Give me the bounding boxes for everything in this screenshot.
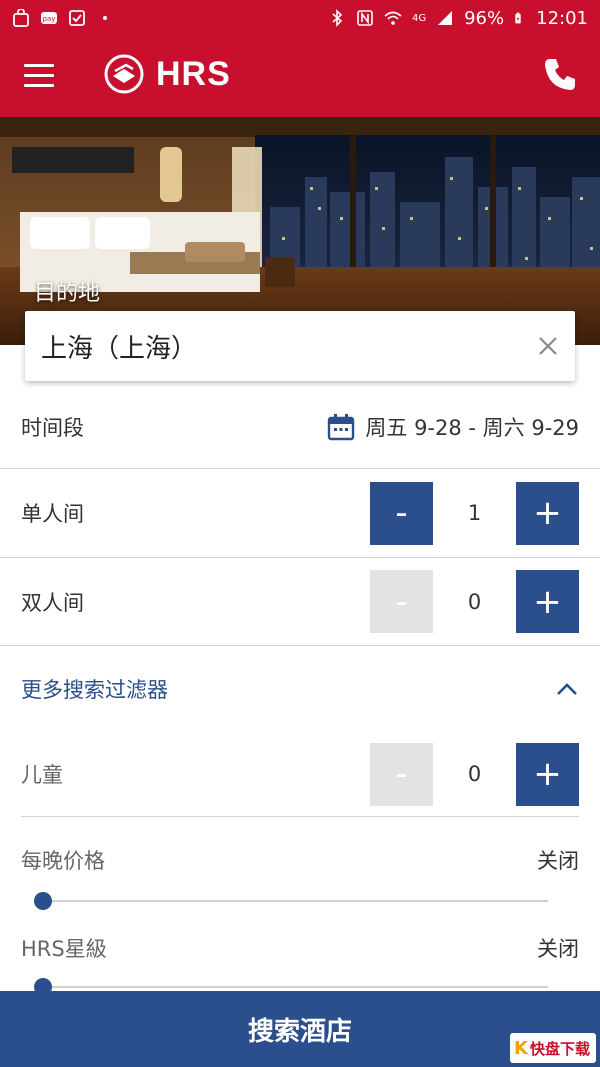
stars-slider-track — [34, 986, 548, 988]
date-range: 周五 9-28 - 周六 9-29 — [365, 416, 579, 440]
menu-icon[interactable] — [24, 64, 56, 88]
double-room-minus-button[interactable]: - — [370, 570, 433, 633]
single-room-stepper: - 1 + — [370, 481, 579, 545]
children-count: 0 — [467, 762, 482, 786]
signal-icon — [438, 11, 453, 25]
date-label: 时间段 — [21, 416, 84, 440]
bluetooth-icon — [332, 9, 343, 27]
brand-logo: HRS — [104, 54, 231, 94]
dot-icon — [103, 16, 107, 20]
watermark-mark: K — [514, 1037, 528, 1059]
wifi-icon — [384, 11, 402, 25]
single-room-label: 单人间 — [21, 502, 84, 526]
stars-label: HRS星級 — [21, 937, 107, 961]
status-bar: pay 4G 96% 12:01 — [0, 0, 600, 36]
svg-text:pay: pay — [43, 15, 56, 23]
calendar-icon — [328, 414, 355, 441]
network-type: 4G — [411, 12, 427, 24]
price-row: 每晚价格 关闭 — [0, 840, 600, 880]
shopping-bag-icon — [13, 9, 29, 27]
chevron-up-icon[interactable] — [555, 677, 579, 701]
clear-icon[interactable] — [537, 335, 559, 357]
more-filters-label[interactable]: 更多搜索过滤器 — [21, 674, 168, 704]
checklist-icon — [69, 10, 85, 26]
double-room-stepper: - 0 + — [370, 570, 579, 633]
battery-charging-icon — [515, 12, 521, 24]
destination-value[interactable]: 上海（上海） — [41, 328, 197, 365]
nfc-icon — [357, 10, 373, 26]
divider — [21, 816, 579, 817]
price-slider-thumb[interactable] — [34, 892, 52, 910]
double-room-plus-button[interactable]: + — [516, 570, 579, 633]
system-icons: 4G 96% 12:01 — [328, 8, 588, 29]
destination-label: 目的地 — [34, 281, 101, 306]
double-room-count: 0 — [467, 589, 482, 614]
price-label: 每晚价格 — [21, 849, 105, 873]
price-state: 关闭 — [537, 849, 579, 873]
hrs-logo-icon — [104, 54, 144, 94]
stars-row: HRS星級 关闭 — [0, 928, 600, 968]
children-label: 儿童 — [21, 763, 63, 787]
destination-field[interactable]: 上海（上海） — [25, 311, 575, 381]
single-room-minus-button[interactable]: - — [370, 481, 433, 545]
children-stepper: - 0 + — [370, 742, 579, 806]
price-slider[interactable] — [34, 891, 548, 911]
brand-name: HRS — [156, 54, 231, 93]
stars-state: 关闭 — [537, 937, 579, 961]
more-filters-toggle[interactable]: 更多搜索过滤器 — [0, 646, 600, 732]
date-picker[interactable]: 周五 9-28 - 周六 9-29 — [327, 412, 579, 442]
date-row: 时间段 周五 9-28 - 周六 9-29 — [0, 386, 600, 468]
watermark-logo: K 快盘下载 — [510, 1033, 596, 1063]
phone-icon[interactable] — [542, 56, 578, 92]
watermark-text: 快盘下载 — [529, 1039, 590, 1058]
double-room-row: 双人间 - 0 + — [0, 558, 600, 645]
single-room-row: 单人间 - 1 + — [0, 469, 600, 557]
clock: 12:01 — [536, 7, 588, 29]
app-bar: HRS — [0, 36, 600, 117]
children-minus-button[interactable]: - — [370, 742, 433, 806]
children-plus-button[interactable]: + — [516, 742, 579, 806]
notification-icons: pay — [12, 9, 114, 27]
single-room-plus-button[interactable]: + — [516, 481, 579, 545]
pay-icon: pay — [41, 12, 57, 24]
battery-percent: 96% — [464, 7, 505, 29]
price-slider-track — [34, 900, 548, 902]
double-room-label: 双人间 — [21, 590, 84, 615]
single-room-count: 1 — [467, 501, 482, 525]
children-row: 儿童 - 0 + — [0, 732, 600, 816]
